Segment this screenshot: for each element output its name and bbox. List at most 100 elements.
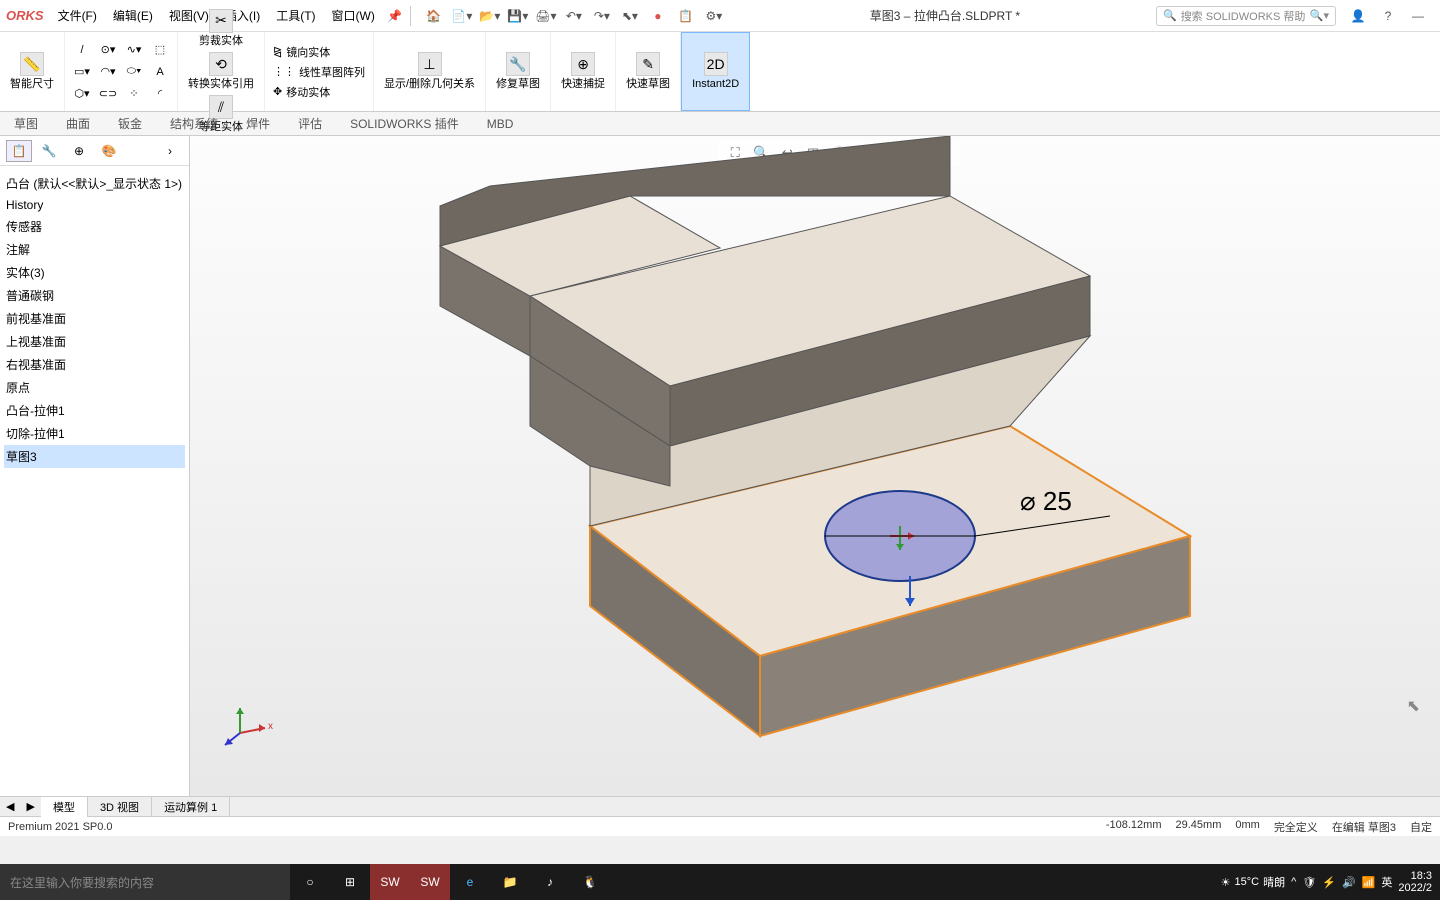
fillet-icon[interactable]: ◜ <box>149 84 171 104</box>
print-icon[interactable]: 🖨▾ <box>534 4 558 28</box>
taskbar-cortana-icon[interactable]: ○ <box>290 864 330 900</box>
taskbar-sw2016-icon[interactable]: SW <box>370 864 410 900</box>
btab-next-icon[interactable]: ▶ <box>20 800 40 813</box>
tree-root[interactable]: 凸台 (默认<<默认>_显示状态 1>) <box>4 172 185 195</box>
redo-icon[interactable]: ↷▾ <box>590 4 614 28</box>
tree-cut[interactable]: 切除-拉伸1 <box>4 422 185 445</box>
circle-icon[interactable]: ⊙▾ <box>97 40 119 60</box>
home-icon[interactable]: 🏠 <box>422 4 446 28</box>
user-icon[interactable]: 👤 <box>1346 4 1370 28</box>
rect-icon[interactable]: ▭▾ <box>71 62 93 82</box>
point-icon[interactable]: ⁘ <box>123 84 145 104</box>
taskbar-explorer-icon[interactable]: 📁 <box>490 864 530 900</box>
tray-ime[interactable]: 英 <box>1381 874 1392 890</box>
smart-dimension-button[interactable]: 📏 智能尺寸 <box>6 50 58 93</box>
tab-struct[interactable]: 结构系统 <box>156 112 232 135</box>
tree-origin[interactable]: 原点 <box>4 376 185 399</box>
search-box[interactable]: 🔍 搜索 SOLIDWORKS 帮助 🔍▾ <box>1156 6 1336 26</box>
move-button[interactable]: ✥移动实体 <box>271 83 367 101</box>
text-icon[interactable]: A <box>149 62 171 82</box>
help-icon[interactable]: ? <box>1376 4 1400 28</box>
tree-annot[interactable]: 注解 <box>4 238 185 261</box>
tray-shield2-icon[interactable]: ⚡ <box>1322 876 1336 889</box>
feature-tree[interactable]: 凸台 (默认<<默认>_显示状态 1>) History 传感器 注解 实体(3… <box>0 166 189 796</box>
taskbar-tiktok-icon[interactable]: ♪ <box>530 864 570 900</box>
tab-weld[interactable]: 焊件 <box>232 112 284 135</box>
separator <box>410 6 411 26</box>
menu-window[interactable]: 窗口(W) <box>324 7 383 24</box>
taskbar-weather[interactable]: ☀ 15°C 晴朗 <box>1221 874 1285 890</box>
tree-tab-expand[interactable]: › <box>157 140 183 162</box>
viewport[interactable]: ⛶ 🔍 ↩ ◫ 🎲 ◧ 👁 🎨 🖥 <box>190 136 1440 796</box>
taskbar-ie-icon[interactable]: e <box>450 864 490 900</box>
tree-material[interactable]: 普通碳钢 <box>4 284 185 307</box>
tree-tab-display[interactable]: 🎨 <box>96 140 122 162</box>
tree-front[interactable]: 前视基准面 <box>4 307 185 330</box>
open-icon[interactable]: 📂▾ <box>478 4 502 28</box>
tree-tab-feature[interactable]: 📋 <box>6 140 32 162</box>
spline-icon[interactable]: ∿▾ <box>123 40 145 60</box>
search-dropdown-icon[interactable]: 🔍▾ <box>1310 9 1329 22</box>
relations-button[interactable]: ⊥ 显示/删除几何关系 <box>380 50 479 93</box>
tab-addins[interactable]: SOLIDWORKS 插件 <box>336 112 473 135</box>
select-icon[interactable]: ⬉▾ <box>618 4 642 28</box>
convert-button[interactable]: ⟲ 转换实体引用 <box>184 50 258 93</box>
instant2d-button[interactable]: 2D Instant2D <box>688 50 743 93</box>
rebuild-icon[interactable]: ● <box>646 4 670 28</box>
slot-icon[interactable]: ⊂⊃ <box>97 84 119 104</box>
btab-motion[interactable]: 运动算例 1 <box>152 797 230 817</box>
save-icon[interactable]: 💾▾ <box>506 4 530 28</box>
menu-tools[interactable]: 工具(T) <box>268 7 323 24</box>
settings-icon[interactable]: ⚙▾ <box>702 4 726 28</box>
tree-sensors[interactable]: 传感器 <box>4 215 185 238</box>
tree-top[interactable]: 上视基准面 <box>4 330 185 353</box>
trim-button[interactable]: ✂ 剪裁实体 <box>195 7 247 50</box>
tab-eval[interactable]: 评估 <box>284 112 336 135</box>
tree-boss[interactable]: 凸台-拉伸1 <box>4 399 185 422</box>
rapid-button[interactable]: ✎ 快速草图 <box>622 50 674 93</box>
tray-chevron-icon[interactable]: ^ <box>1291 876 1296 888</box>
polygon-icon[interactable]: ⬡▾ <box>71 84 93 104</box>
ribbon-dimension-group: 📏 智能尺寸 <box>0 32 65 111</box>
options-icon[interactable]: 📋 <box>674 4 698 28</box>
menu-file[interactable]: 文件(F) <box>50 7 105 24</box>
menu-edit[interactable]: 编辑(E) <box>105 7 161 24</box>
tab-surface[interactable]: 曲面 <box>52 112 104 135</box>
arc-icon[interactable]: ◠▾ <box>97 62 119 82</box>
view-triad[interactable]: x <box>220 703 270 756</box>
dimension-dia25[interactable]: ⌀ 25 <box>1020 486 1072 517</box>
pattern-button[interactable]: ⋮⋮线性草图阵列 <box>271 63 367 81</box>
chamfer-icon[interactable]: ⬚ <box>149 40 171 60</box>
minimize-icon[interactable]: — <box>1406 4 1430 28</box>
taskbar-sw2021-icon[interactable]: SW <box>410 864 450 900</box>
tray-security-icon[interactable]: 🛡 <box>1302 876 1316 889</box>
tree-history[interactable]: History <box>4 195 185 215</box>
taskbar-taskview-icon[interactable]: ⊞ <box>330 864 370 900</box>
mirror-button[interactable]: ⧎镜向实体 <box>271 43 367 61</box>
tree-tab-property[interactable]: 🔧 <box>36 140 62 162</box>
tray-wifi-icon[interactable]: 📶 <box>1362 876 1376 889</box>
snap-button[interactable]: ⊕ 快速捕捉 <box>557 50 609 93</box>
tab-sketch[interactable]: 草图 <box>0 112 52 135</box>
tray-date[interactable]: 2022/2 <box>1398 882 1432 894</box>
tree-sketch3[interactable]: 草图3 <box>4 445 185 468</box>
tab-mbd[interactable]: MBD <box>473 114 528 134</box>
ribbon-instant-group: 2D Instant2D <box>681 32 750 111</box>
taskbar-qq-icon[interactable]: 🐧 <box>570 864 610 900</box>
tray-volume-icon[interactable]: 🔊 <box>1342 876 1356 889</box>
btab-3dview[interactable]: 3D 视图 <box>88 797 152 817</box>
tray-time[interactable]: 18:3 <box>1398 870 1432 882</box>
taskbar-search[interactable]: 在这里输入你要搜索的内容 <box>0 864 290 900</box>
tree-right[interactable]: 右视基准面 <box>4 353 185 376</box>
pin-icon[interactable]: 📌 <box>383 4 407 28</box>
btab-prev-icon[interactable]: ◀ <box>0 800 20 813</box>
new-icon[interactable]: 📄▾ <box>450 4 474 28</box>
line-icon[interactable]: / <box>71 40 93 60</box>
tab-sheet[interactable]: 钣金 <box>104 112 156 135</box>
undo-icon[interactable]: ↶▾ <box>562 4 586 28</box>
tree-solids[interactable]: 实体(3) <box>4 261 185 284</box>
tree-tab-config[interactable]: ⊕ <box>66 140 92 162</box>
ellipse-icon[interactable]: ⬭▾ <box>123 62 145 82</box>
btab-model[interactable]: 模型 <box>41 797 88 817</box>
repair-button[interactable]: 🔧 修复草图 <box>492 50 544 93</box>
